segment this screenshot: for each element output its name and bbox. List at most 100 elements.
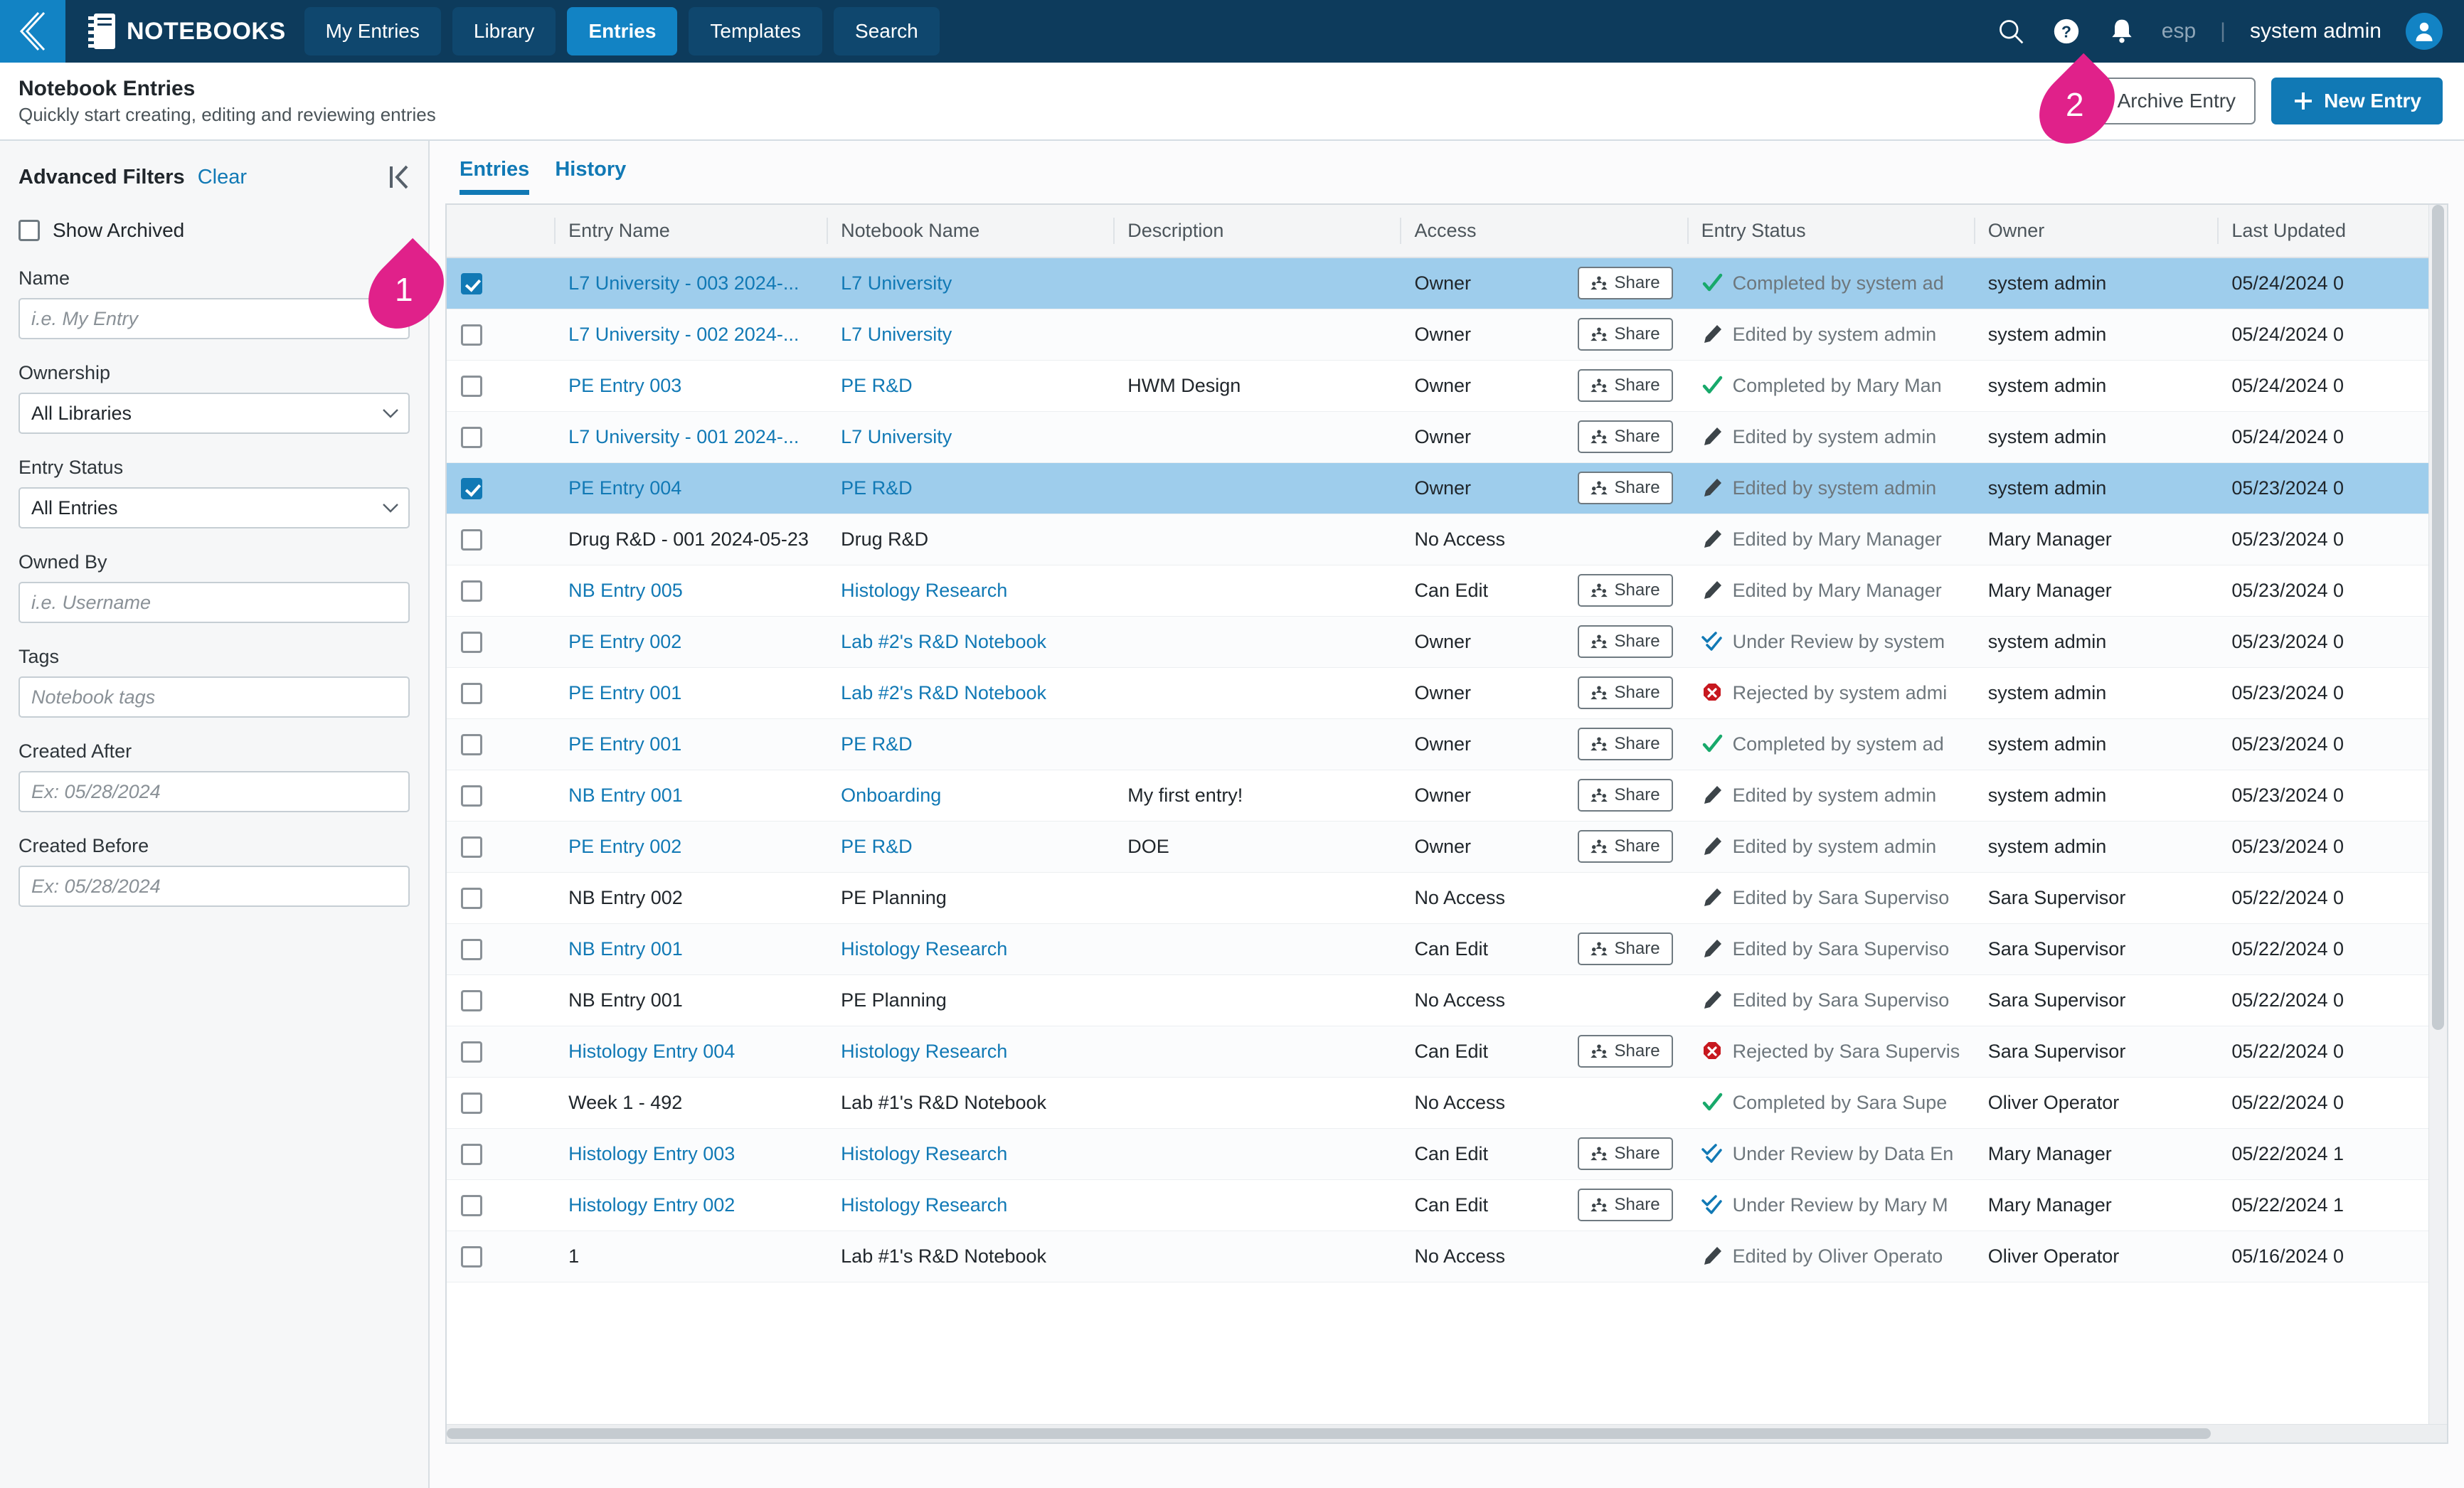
cell-notebook-name[interactable]: Histology Research bbox=[827, 1179, 1114, 1231]
cell-entry-name[interactable]: L7 University - 003 2024-... bbox=[554, 257, 827, 309]
cell-entry-name[interactable]: L7 University - 002 2024-... bbox=[554, 309, 827, 361]
language-selector[interactable]: esp bbox=[2162, 19, 2196, 43]
new-entry-button[interactable]: New Entry bbox=[2271, 78, 2443, 124]
row-select-cell[interactable] bbox=[447, 1026, 555, 1078]
collapse-panel-button[interactable] bbox=[388, 165, 410, 189]
share-button[interactable]: Share bbox=[1577, 1035, 1673, 1068]
row-checkbox[interactable] bbox=[461, 989, 482, 1011]
table-row[interactable]: Week 1 - 492 Lab #1's R&D Notebook No Acce… bbox=[447, 1077, 2447, 1129]
row-checkbox[interactable] bbox=[461, 938, 482, 960]
nav-tab-templates[interactable]: Templates bbox=[689, 7, 823, 55]
table-row[interactable]: PE Entry 001 Lab #2's R&D Notebook Owner Sh… bbox=[447, 667, 2447, 719]
notebook-name-text[interactable]: PE R&D bbox=[841, 375, 913, 396]
notebook-name-text[interactable]: PE R&D bbox=[841, 733, 913, 755]
cell-notebook-name[interactable]: PE R&D bbox=[827, 462, 1114, 514]
avatar[interactable] bbox=[2406, 13, 2443, 50]
row-select-cell[interactable] bbox=[447, 462, 555, 514]
cell-notebook-name[interactable]: Lab #2's R&D Notebook bbox=[827, 667, 1114, 719]
cell-entry-name[interactable]: NB Entry 001 bbox=[554, 923, 827, 975]
col-header-owner[interactable]: Owner bbox=[1973, 205, 2218, 258]
row-checkbox[interactable] bbox=[461, 1245, 482, 1268]
cell-entry-name[interactable]: NB Entry 005 bbox=[554, 565, 827, 617]
share-button[interactable]: Share bbox=[1577, 676, 1673, 709]
table-row[interactable]: PE Entry 002 PE R&D DOE Owner Share Edited by… bbox=[447, 821, 2447, 873]
notebook-name-text[interactable]: PE R&D bbox=[841, 836, 913, 857]
vertical-scroll-thumb[interactable] bbox=[2432, 205, 2444, 1030]
tab-entries[interactable]: Entries bbox=[460, 158, 530, 195]
cell-entry-name[interactable]: PE Entry 003 bbox=[554, 360, 827, 412]
row-checkbox[interactable] bbox=[461, 836, 482, 858]
notebook-name-text[interactable]: Histology Research bbox=[841, 938, 1007, 960]
cell-entry-name[interactable]: Histology Entry 004 bbox=[554, 1026, 827, 1078]
notebook-name-text[interactable]: L7 University bbox=[841, 272, 952, 294]
row-checkbox[interactable] bbox=[461, 426, 482, 448]
row-checkbox[interactable] bbox=[461, 1041, 482, 1063]
row-select-cell[interactable] bbox=[447, 770, 555, 822]
row-select-cell[interactable] bbox=[447, 1179, 555, 1231]
table-row[interactable]: Histology Entry 004 Histology Research Can… bbox=[447, 1026, 2447, 1078]
cell-notebook-name[interactable]: L7 University bbox=[827, 309, 1114, 361]
share-button[interactable]: Share bbox=[1577, 830, 1673, 863]
col-header-entry-status[interactable]: Entry Status bbox=[1687, 205, 1974, 258]
entry-name-text[interactable]: PE Entry 002 bbox=[568, 631, 681, 652]
row-checkbox[interactable] bbox=[461, 1092, 482, 1114]
cell-entry-name[interactable]: PE Entry 002 bbox=[554, 616, 827, 668]
cell-notebook-name[interactable]: L7 University bbox=[827, 257, 1114, 309]
table-row[interactable]: Histology Entry 002 Histology Research Can… bbox=[447, 1179, 2447, 1231]
entry-status-select[interactable]: All Entries bbox=[18, 487, 410, 528]
row-select-cell[interactable] bbox=[447, 411, 555, 463]
share-button[interactable]: Share bbox=[1577, 1137, 1673, 1170]
table-row[interactable]: PE Entry 002 Lab #2's R&D Notebook Owner Sh… bbox=[447, 616, 2447, 668]
cell-notebook-name[interactable]: PE R&D bbox=[827, 360, 1114, 412]
row-select-cell[interactable] bbox=[447, 974, 555, 1026]
ownership-select[interactable]: All Libraries bbox=[18, 393, 410, 434]
row-select-cell[interactable] bbox=[447, 667, 555, 719]
notebook-name-text[interactable]: Histology Research bbox=[841, 1041, 1007, 1062]
cell-entry-name[interactable]: Histology Entry 003 bbox=[554, 1128, 827, 1180]
row-select-cell[interactable] bbox=[447, 309, 555, 361]
entry-name-text[interactable]: NB Entry 001 bbox=[568, 938, 683, 960]
row-select-cell[interactable] bbox=[447, 514, 555, 565]
table-row[interactable]: 1 Lab #1's R&D Notebook No Access Edited by… bbox=[447, 1231, 2447, 1282]
entry-name-text[interactable]: Histology Entry 003 bbox=[568, 1143, 735, 1164]
col-header-access[interactable]: Access bbox=[1400, 205, 1687, 258]
row-checkbox[interactable] bbox=[461, 682, 482, 704]
cell-notebook-name[interactable]: Lab #2's R&D Notebook bbox=[827, 616, 1114, 668]
cell-notebook-name[interactable]: L7 University bbox=[827, 411, 1114, 463]
nav-tab-entries[interactable]: Entries bbox=[567, 7, 678, 55]
entry-name-text[interactable]: L7 University - 002 2024-... bbox=[568, 324, 799, 345]
share-button[interactable]: Share bbox=[1577, 932, 1673, 965]
cell-notebook-name[interactable]: PE R&D bbox=[827, 821, 1114, 873]
table-row[interactable]: PE Entry 003 PE R&D HWM Design Owner Share Co… bbox=[447, 360, 2447, 412]
col-header-description[interactable]: Description bbox=[1113, 205, 1401, 258]
col-header-notebook-name[interactable]: Notebook Name bbox=[827, 205, 1114, 258]
table-row[interactable]: NB Entry 005 Histology Research Can Edit Sh… bbox=[447, 565, 2447, 617]
nav-tab-search[interactable]: Search bbox=[834, 7, 940, 55]
entry-name-text[interactable]: L7 University - 003 2024-... bbox=[568, 272, 799, 294]
show-archived-row[interactable]: Show Archived bbox=[18, 219, 410, 242]
share-button[interactable]: Share bbox=[1577, 318, 1673, 351]
notebook-name-text[interactable]: L7 University bbox=[841, 426, 952, 447]
row-checkbox[interactable] bbox=[461, 580, 482, 602]
row-select-cell[interactable] bbox=[447, 872, 555, 924]
table-row[interactable]: Drug R&D - 001 2024-05-23 Drug R&D No Acce… bbox=[447, 514, 2447, 565]
row-checkbox[interactable] bbox=[461, 273, 482, 295]
cell-entry-name[interactable]: L7 University - 001 2024-... bbox=[554, 411, 827, 463]
share-button[interactable]: Share bbox=[1577, 420, 1673, 453]
entry-name-text[interactable]: Histology Entry 002 bbox=[568, 1194, 735, 1216]
row-select-cell[interactable] bbox=[447, 718, 555, 770]
col-header-entry-name[interactable]: Entry Name bbox=[554, 205, 827, 258]
row-select-cell[interactable] bbox=[447, 923, 555, 975]
help-circle-icon[interactable]: ? bbox=[2051, 16, 2082, 47]
name-input[interactable] bbox=[18, 298, 410, 339]
entry-name-text[interactable]: Histology Entry 004 bbox=[568, 1041, 735, 1062]
cell-notebook-name[interactable]: Onboarding bbox=[827, 770, 1114, 822]
clear-filters-link[interactable]: Clear bbox=[198, 166, 247, 189]
notebook-name-text[interactable]: Lab #2's R&D Notebook bbox=[841, 682, 1046, 703]
row-checkbox[interactable] bbox=[461, 631, 482, 653]
table-row[interactable]: Histology Entry 003 Histology Research Can… bbox=[447, 1128, 2447, 1180]
share-button[interactable]: Share bbox=[1577, 369, 1673, 402]
entry-name-text[interactable]: PE Entry 001 bbox=[568, 733, 681, 755]
entry-name-text[interactable]: PE Entry 003 bbox=[568, 375, 681, 396]
notebook-name-text[interactable]: Histology Research bbox=[841, 1194, 1007, 1216]
